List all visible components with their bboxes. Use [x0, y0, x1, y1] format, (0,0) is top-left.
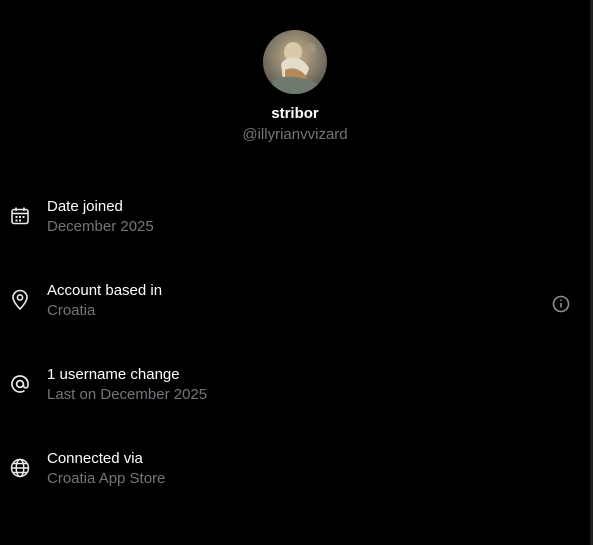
at-sign-icon [9, 373, 31, 395]
date-joined-value: December 2025 [47, 218, 154, 235]
profile-header: stribor @illyrianvvizard [0, 30, 590, 145]
username-change-text: 1 username change Last on December 2025 [47, 365, 207, 405]
globe-icon [9, 457, 31, 479]
username-change-date: Last on December 2025 [47, 386, 208, 403]
avatar[interactable] [263, 30, 327, 94]
account-location-value: Croatia [47, 302, 96, 319]
avatar-image [263, 30, 327, 94]
date-joined-row: Date joined December 2025 [0, 197, 590, 247]
calendar-icon [9, 205, 31, 227]
info-icon[interactable] [550, 293, 572, 315]
display-name: stribor [271, 105, 319, 122]
account-location-row: Account based in Croatia [0, 281, 590, 331]
connected-via-row: Connected via Croatia App Store [0, 449, 590, 499]
connected-via-label: Connected via [47, 450, 143, 467]
location-pin-icon [9, 289, 31, 311]
account-location-label: Account based in [47, 282, 163, 299]
username-change-row: 1 username change Last on December 2025 [0, 365, 590, 415]
connected-via-value: Croatia App Store [47, 470, 166, 487]
username-change-count: 1 username change [47, 366, 180, 383]
date-joined-label: Date joined [47, 198, 123, 215]
date-joined-text: Date joined December 2025 [47, 197, 154, 237]
connected-via-text: Connected via Croatia App Store [47, 449, 165, 489]
username-handle: @illyrianvvizard [242, 126, 348, 143]
account-location-text: Account based in Croatia [47, 281, 162, 321]
